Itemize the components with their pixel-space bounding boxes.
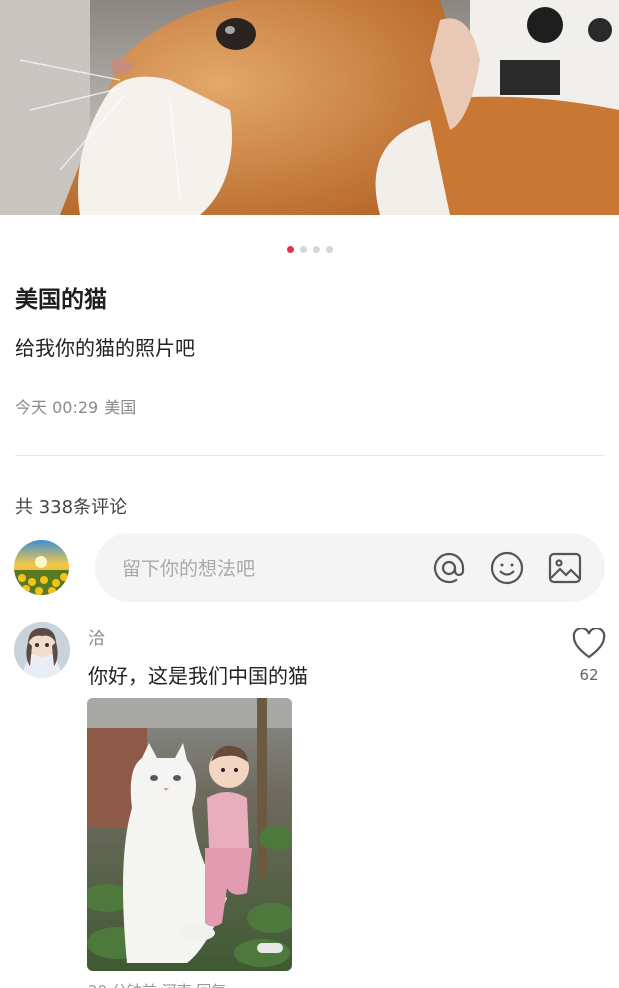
image-icon[interactable]: [547, 550, 583, 586]
comment-input[interactable]: 留下你的想法吧: [95, 533, 605, 602]
anime-girl-avatar-image: [14, 622, 70, 678]
post-meta: 今天 00:29 美国: [15, 394, 136, 418]
cat-photo-image: [0, 0, 619, 215]
post-title: 美国的猫: [15, 287, 107, 313]
carousel-dot[interactable]: [312, 246, 320, 253]
comment-image[interactable]: [87, 698, 292, 971]
post-photo[interactable]: [0, 0, 619, 215]
comment-footer: 20 分钟前 河南 回复: [88, 980, 226, 988]
carousel-dot[interactable]: [299, 246, 307, 253]
post-time: 今天 00:29: [15, 398, 99, 417]
carousel-indicator[interactable]: [0, 246, 619, 253]
heart-icon[interactable]: [572, 626, 606, 660]
comment-text: 你好，这是我们中国的猫: [88, 664, 308, 688]
carousel-dot[interactable]: [325, 246, 333, 253]
like-button[interactable]: 62: [569, 626, 609, 684]
post-body: 给我你的猫的照片吧: [15, 336, 195, 360]
carousel-dot-active[interactable]: [286, 246, 294, 253]
white-cat-holding-baby-image: [87, 698, 292, 971]
comment-input-placeholder[interactable]: 留下你的想法吧: [122, 554, 431, 581]
comment-count: 共 338条评论: [15, 497, 128, 518]
my-avatar[interactable]: [14, 540, 69, 595]
commenter-name[interactable]: 洽: [88, 624, 105, 649]
commenter-avatar[interactable]: [14, 622, 70, 678]
smiley-icon[interactable]: [489, 550, 525, 586]
post-location: 美国: [104, 398, 137, 417]
sunflower-avatar-image: [14, 540, 69, 595]
at-icon[interactable]: [431, 550, 467, 586]
divider: [15, 455, 604, 456]
like-count: 62: [579, 666, 599, 684]
